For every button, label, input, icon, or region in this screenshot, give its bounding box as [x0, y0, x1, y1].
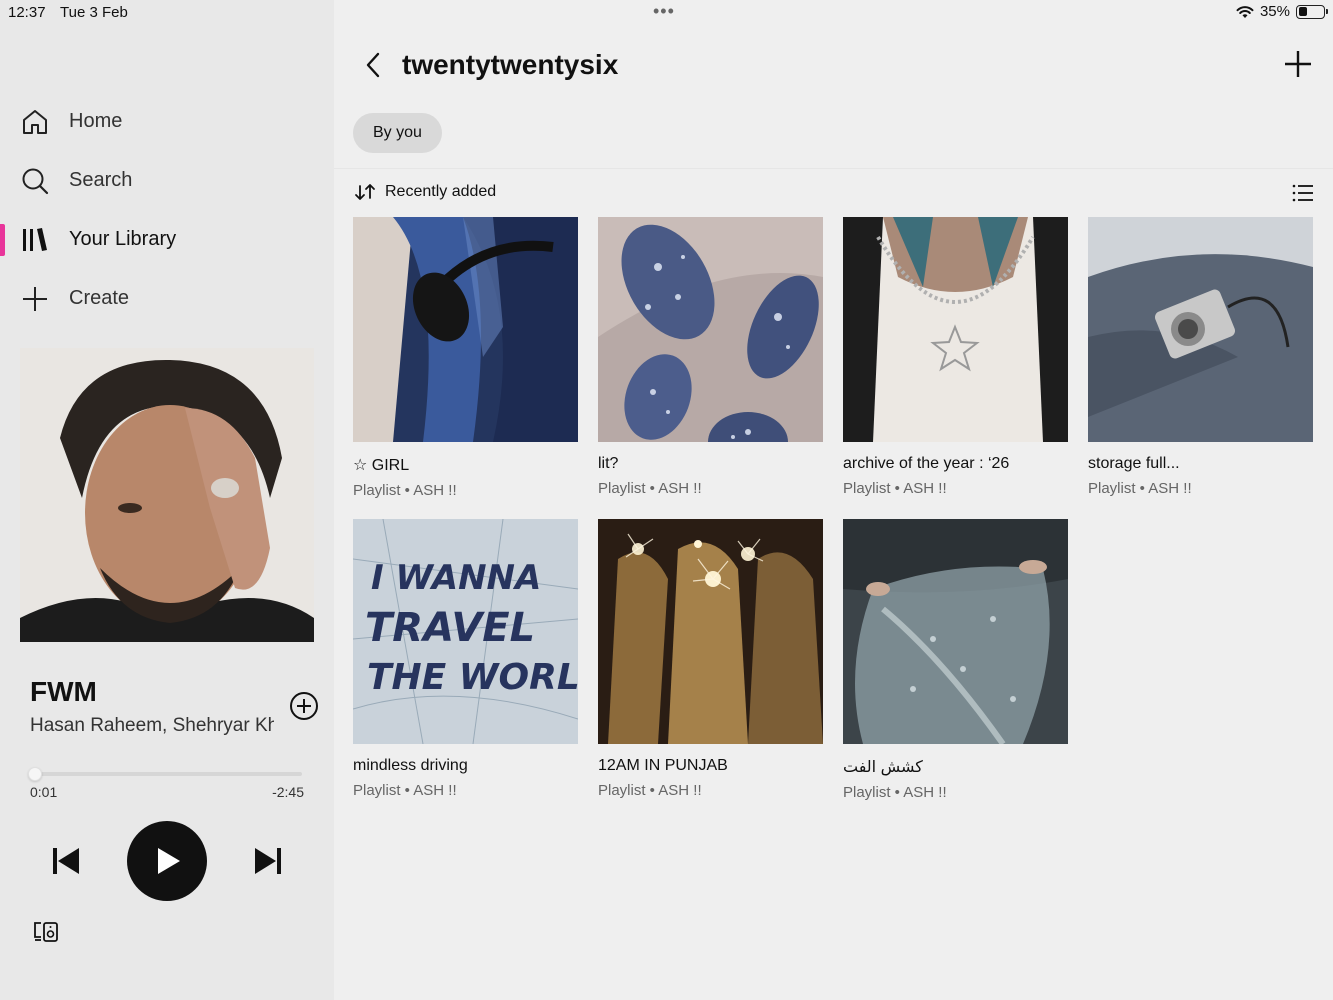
- filter-chip-by-you[interactable]: By you: [353, 113, 442, 153]
- sidebar-item-label: Create: [69, 287, 130, 309]
- play-icon: [158, 848, 180, 874]
- now-playing-title[interactable]: FWM: [30, 676, 97, 708]
- playlist-cover-art: [843, 217, 1068, 442]
- playlist-card[interactable]: ☆ GIRL Playlist • ASH !!: [353, 217, 578, 499]
- wifi-icon: [1236, 5, 1254, 18]
- art-text-line: THE WORLD: [367, 657, 578, 698]
- elapsed-time: 0:01: [30, 784, 58, 800]
- art-text-line: TRAVEL: [365, 605, 535, 651]
- playlist-card[interactable]: I WANNA TRAVEL THE WORLD mindless drivin…: [353, 519, 578, 799]
- list-view-icon: [1292, 184, 1313, 202]
- playlist-cover-art: [843, 519, 1068, 744]
- playlist-card[interactable]: كشش الفت Playlist • ASH !!: [843, 519, 1068, 801]
- page-title: twentytwentysix: [402, 49, 619, 80]
- battery-icon: [1296, 4, 1328, 19]
- status-time: 12:37: [8, 4, 46, 21]
- add-circle-icon: [290, 692, 318, 720]
- library-icon: [20, 225, 50, 255]
- sidebar: Home Search Your Library Create FWM Hasa…: [0, 0, 334, 1000]
- playlist-name: mindless driving: [353, 757, 468, 774]
- playlist-name: storage full...: [1088, 455, 1180, 472]
- playlist-subtitle: Playlist • ASH !!: [353, 782, 457, 799]
- status-date: Tue 3 Feb: [60, 4, 128, 21]
- playlist-name: ☆ GIRL: [353, 457, 410, 474]
- playlist-name: lit?: [598, 455, 619, 472]
- plus-icon: [20, 284, 50, 314]
- skip-back-icon: [53, 848, 79, 874]
- library-folder-view: twentytwentysix By you Recently added ☆ …: [334, 0, 1333, 1000]
- play-button[interactable]: [127, 821, 207, 901]
- add-to-library-button[interactable]: [289, 691, 319, 721]
- sort-bar: Recently added: [334, 168, 1333, 216]
- playlist-subtitle: Playlist • ASH !!: [1088, 480, 1192, 497]
- playlist-cover-art: [1088, 217, 1313, 442]
- playlist-name: 12AM IN PUNJAB: [598, 757, 728, 774]
- remaining-time: -2:45: [272, 784, 304, 800]
- next-track-button[interactable]: [250, 843, 286, 879]
- sidebar-item-label: Search: [69, 169, 133, 191]
- skip-forward-icon: [255, 848, 281, 874]
- playlist-cover-art: [598, 519, 823, 744]
- now-playing-cover-art[interactable]: [20, 348, 314, 642]
- playlist-card[interactable]: lit? Playlist • ASH !!: [598, 217, 823, 497]
- playlist-subtitle: Playlist • ASH !!: [353, 482, 457, 499]
- sidebar-item-home[interactable]: Home: [0, 92, 334, 151]
- home-icon: [20, 107, 50, 137]
- multitasking-dots-icon[interactable]: •••: [653, 2, 675, 20]
- sidebar-item-search[interactable]: Search: [0, 151, 334, 210]
- progress-scrubber-handle[interactable]: [27, 767, 42, 781]
- playlist-subtitle: Playlist • ASH !!: [843, 784, 947, 801]
- connect-devices-button[interactable]: [32, 918, 60, 946]
- sidebar-nav: Home Search Your Library Create: [0, 92, 334, 328]
- art-text-line: I WANNA: [371, 558, 541, 598]
- playlist-name: archive of the year : ‘26: [843, 455, 1010, 472]
- playlist-card[interactable]: archive of the year : ‘26 Playlist • ASH…: [843, 217, 1068, 497]
- sidebar-item-your-library[interactable]: Your Library: [0, 210, 334, 269]
- add-playlist-button[interactable]: [1282, 48, 1314, 80]
- sort-button[interactable]: Recently added: [354, 183, 496, 201]
- playback-progress-bar[interactable]: [27, 767, 302, 781]
- search-icon: [20, 166, 50, 196]
- status-indicators: 35%: [1236, 3, 1328, 20]
- playlist-subtitle: Playlist • ASH !!: [598, 480, 702, 497]
- playlist-name: كشش الفت: [843, 759, 923, 776]
- sort-label: Recently added: [385, 183, 497, 200]
- sidebar-item-label: Your Library: [69, 228, 177, 250]
- playlist-subtitle: Playlist • ASH !!: [843, 480, 947, 497]
- playlist-cover-art: [598, 217, 823, 442]
- playlist-cover-art: [353, 217, 578, 442]
- sidebar-item-create[interactable]: Create: [0, 269, 334, 328]
- playlist-subtitle: Playlist • ASH !!: [598, 782, 702, 799]
- sidebar-item-label: Home: [69, 110, 123, 132]
- playlist-card[interactable]: storage full... Playlist • ASH !!: [1088, 217, 1313, 497]
- now-playing-artist[interactable]: Hasan Raheem, Shehryar Khan: [30, 715, 274, 737]
- back-button[interactable]: [358, 50, 388, 80]
- previous-track-button[interactable]: [48, 843, 84, 879]
- playlist-card[interactable]: 12AM IN PUNJAB Playlist • ASH !!: [598, 519, 823, 799]
- battery-percent: 35%: [1259, 3, 1290, 20]
- sort-arrows-icon: [355, 184, 375, 200]
- devices-icon: [34, 922, 58, 942]
- plus-icon: [1285, 51, 1311, 77]
- list-view-toggle[interactable]: [1292, 183, 1314, 205]
- chevron-left-icon: [366, 52, 380, 78]
- status-bar: 12:37 Tue 3 Feb ••• 35%: [0, 0, 1333, 26]
- playlist-cover-art: I WANNA TRAVEL THE WORLD: [353, 519, 578, 744]
